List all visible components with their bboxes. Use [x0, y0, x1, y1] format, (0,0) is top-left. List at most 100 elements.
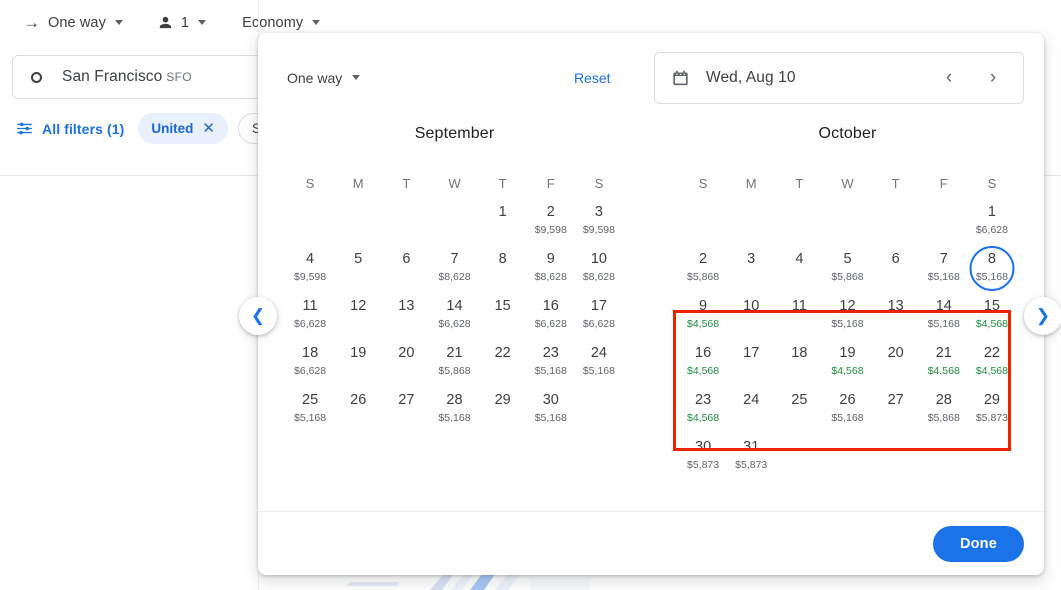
calendar-day-cell[interactable]: 5 [334, 246, 382, 293]
passengers-selector[interactable]: 1 [148, 5, 215, 41]
date-next-button[interactable]: › [979, 64, 1007, 92]
calendar-cell-empty [679, 199, 727, 246]
close-icon[interactable]: ✕ [202, 121, 215, 136]
calendar-day-cell[interactable]: 15 [479, 293, 527, 340]
calendar-day-cell[interactable]: 12 [334, 293, 382, 340]
arrow-right-icon: → [23, 13, 40, 32]
calendar-day-cell[interactable]: 8 $5,168 [968, 246, 1016, 293]
calendar-day-cell[interactable]: 27 [872, 387, 920, 434]
calendar-day-cell[interactable]: 18 $6,628 [286, 340, 334, 387]
dialog-trip-type-selector[interactable]: One way [287, 70, 361, 86]
calendar-day-cell[interactable]: 2 $9,598 [527, 199, 575, 246]
day-number: 3 [594, 204, 603, 220]
calendar-day-cell[interactable]: 2 $5,868 [679, 246, 727, 293]
trip-type-selector[interactable]: → One way [14, 5, 132, 41]
day-number: 16 [542, 298, 559, 314]
calendar-day-cell[interactable]: 13 [872, 293, 920, 340]
calendar-day-cell[interactable]: 14 $6,628 [430, 293, 478, 340]
calendar-day-cell[interactable]: 9 $4,568 [679, 293, 727, 340]
filter-chip-airline[interactable]: United ✕ [138, 113, 228, 144]
calendar-day-cell[interactable]: 1 $6,628 [968, 199, 1016, 246]
prev-month-button[interactable]: ❮ [239, 297, 277, 335]
calendar-month: September S M T W T F S 1 2 $9,598 3 $9,598 4 $9,598 5 6… [258, 122, 651, 507]
calendar-day-cell[interactable]: 13 [382, 293, 430, 340]
calendar-day-cell[interactable]: 7 $5,168 [920, 246, 968, 293]
origin-text-wrap: San Francisco SFO [62, 68, 192, 86]
calendar-day-cell[interactable]: 24 [727, 387, 775, 434]
day-number: 9 [546, 251, 555, 267]
day-number: 26 [839, 392, 856, 408]
calendar-day-cell[interactable]: 11 [775, 293, 823, 340]
calendar-day-cell[interactable]: 31 $5,873 [727, 434, 775, 481]
calendar-day-cell[interactable]: 18 [775, 340, 823, 387]
day-number: 7 [450, 251, 459, 267]
reset-button[interactable]: Reset [574, 70, 611, 86]
calendar-day-cell[interactable]: 26 [334, 387, 382, 434]
day-number: 22 [983, 345, 1000, 361]
calendar-day-cell[interactable]: 17 [727, 340, 775, 387]
person-icon [159, 16, 172, 29]
calendar-day-cell[interactable]: 8 [479, 246, 527, 293]
calendar-day-cell[interactable]: 1 [479, 199, 527, 246]
calendar-day-cell[interactable]: 30 $5,873 [679, 434, 727, 481]
calendar-day-cell[interactable]: 29 [479, 387, 527, 434]
calendar-day-cell[interactable]: 20 [872, 340, 920, 387]
day-price: $4,568 [831, 365, 864, 377]
day-price: $5,168 [927, 271, 960, 283]
calendar-day-cell[interactable]: 7 $8,628 [430, 246, 478, 293]
calendar-day-cell[interactable]: 4 [775, 246, 823, 293]
calendar-day-cell[interactable]: 6 [382, 246, 430, 293]
calendar-day-cell[interactable]: 12 $5,168 [823, 293, 871, 340]
calendar-day-cell[interactable]: 21 $4,568 [920, 340, 968, 387]
chevron-down-icon [352, 75, 361, 80]
calendar-day-cell[interactable]: 17 $6,628 [575, 293, 623, 340]
calendar-day-cell[interactable]: 24 $5,168 [575, 340, 623, 387]
calendar-day-cell[interactable]: 27 [382, 387, 430, 434]
calendar-day-cell[interactable]: 3 $9,598 [575, 199, 623, 246]
calendar-day-cell[interactable]: 25 $5,168 [286, 387, 334, 434]
calendar-day-cell[interactable]: 11 $6,628 [286, 293, 334, 340]
calendar-day-cell[interactable]: 15 $4,568 [968, 293, 1016, 340]
calendar-day-cell[interactable]: 10 $8,628 [575, 246, 623, 293]
calendar-day-cell[interactable]: 4 $9,598 [286, 246, 334, 293]
calendar-day-cell[interactable]: 5 $5,868 [823, 246, 871, 293]
chevron-left-icon: ❮ [250, 306, 266, 325]
calendar-day-cell[interactable]: 23 $4,568 [679, 387, 727, 434]
all-filters-button[interactable]: All filters (1) [12, 121, 128, 137]
date-prev-button[interactable]: ‹ [935, 64, 963, 92]
calendar-day-cell[interactable]: 20 [382, 340, 430, 387]
day-price: $5,168 [975, 271, 1008, 283]
day-price: $6,628 [438, 318, 471, 330]
day-number: 20 [887, 345, 904, 361]
day-number: 14 [935, 298, 952, 314]
weekday-header: T [795, 176, 804, 191]
departure-date-field[interactable]: Wed, Aug 10 ‹ › [654, 52, 1024, 104]
day-price: $9,598 [582, 224, 615, 236]
done-button[interactable]: Done [932, 525, 1024, 562]
calendar-day-cell[interactable]: 21 $5,868 [430, 340, 478, 387]
calendar-day-cell[interactable]: 25 [775, 387, 823, 434]
month-title: September [414, 125, 495, 142]
day-price: $4,568 [687, 365, 720, 377]
calendar-day-cell[interactable]: 29 $5,873 [968, 387, 1016, 434]
calendar-day-cell[interactable]: 19 $4,568 [823, 340, 871, 387]
calendar-day-cell[interactable]: 6 [872, 246, 920, 293]
calendar-day-cell[interactable]: 28 $5,168 [430, 387, 478, 434]
day-number: 8 [498, 251, 507, 267]
calendar-day-cell[interactable]: 19 [334, 340, 382, 387]
calendar-day-cell[interactable]: 26 $5,168 [823, 387, 871, 434]
calendar-day-cell[interactable]: 30 $5,168 [527, 387, 575, 434]
calendar-day-cell[interactable]: 3 [727, 246, 775, 293]
calendar-day-cell[interactable]: 10 [727, 293, 775, 340]
calendar-month: October S M T W T F S 1 $6,628 2 $5,868 3 4 5 $5,868 6 7 $… [651, 122, 1044, 507]
next-month-button[interactable]: ❯ [1024, 297, 1061, 335]
calendar-day-cell[interactable]: 9 $8,628 [527, 246, 575, 293]
calendar-day-cell[interactable]: 22 $4,568 [968, 340, 1016, 387]
calendar-day-cell[interactable]: 16 $4,568 [679, 340, 727, 387]
calendar-day-cell[interactable]: 22 [479, 340, 527, 387]
calendar-day-cell[interactable]: 16 $6,628 [527, 293, 575, 340]
calendar-day-cell[interactable]: 23 $5,168 [527, 340, 575, 387]
filter-chip-label: United [151, 121, 194, 136]
calendar-day-cell[interactable]: 28 $5,868 [920, 387, 968, 434]
calendar-day-cell[interactable]: 14 $5,168 [920, 293, 968, 340]
